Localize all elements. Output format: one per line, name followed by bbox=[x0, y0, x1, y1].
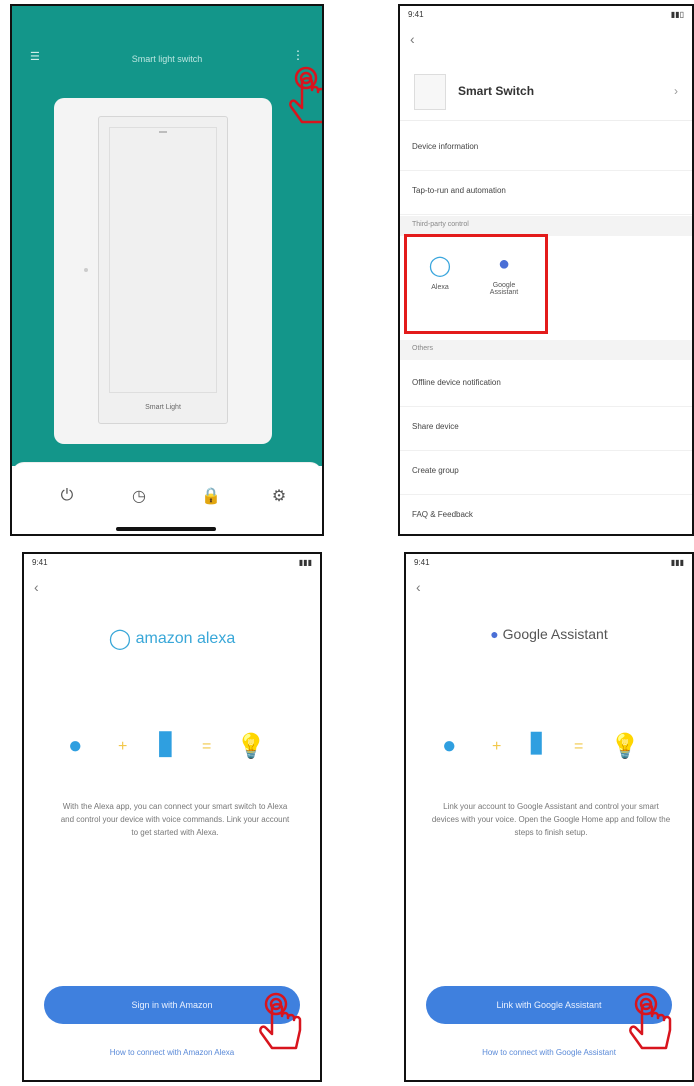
switch-paddle[interactable] bbox=[109, 127, 217, 393]
section-label: Others bbox=[412, 345, 434, 352]
section-header-third-party: Third-party control bbox=[400, 216, 692, 236]
description-text: Link your account to Google Assistant an… bbox=[431, 802, 671, 837]
alexa-service[interactable]: ◯ Alexa bbox=[415, 253, 465, 291]
row-label: Device information bbox=[412, 142, 479, 151]
menu-icon[interactable]: ☰ bbox=[30, 50, 40, 63]
equals-icon: = bbox=[574, 738, 584, 755]
row-label: FAQ & Feedback bbox=[412, 510, 473, 519]
connection-flow: ● + ▮ = 💡 bbox=[24, 720, 320, 780]
timer-icon: ◷ bbox=[132, 488, 146, 505]
google-home-icon: ● bbox=[442, 732, 457, 759]
echo-device-icon: ● bbox=[68, 732, 83, 759]
device-control-screen: ☰ Smart light switch ⋮ Smart Light ⏻ ◷ 🔒… bbox=[10, 4, 324, 536]
google-assistant-icon: ● bbox=[490, 626, 499, 642]
bulb-icon: 💡 bbox=[236, 733, 266, 760]
plus-icon: + bbox=[118, 738, 128, 755]
service-label: Google Assistant bbox=[489, 282, 519, 296]
plus-icon: + bbox=[492, 738, 502, 755]
device-title: Smart light switch bbox=[131, 54, 203, 64]
google-assistant-icon: ● bbox=[497, 253, 511, 275]
status-time: 9:41 bbox=[414, 557, 430, 567]
more-options-icon[interactable]: ⋮ bbox=[292, 48, 304, 62]
tap-hand-icon bbox=[259, 992, 302, 1050]
google-assistant-service[interactable]: ● Google Assistant bbox=[479, 253, 529, 296]
home-indicator bbox=[116, 527, 216, 531]
description-text: With the Alexa app, you can connect your… bbox=[60, 802, 290, 837]
device-name: Smart Switch bbox=[458, 84, 535, 98]
speaker-icon: ▮ bbox=[528, 725, 545, 758]
help-link[interactable]: How to connect with Amazon Alexa bbox=[44, 1048, 300, 1057]
status-bar: 9:41 ▮▮▯ bbox=[400, 6, 692, 22]
row-label: Create group bbox=[412, 466, 459, 475]
brand-name: amazon alexa bbox=[135, 630, 236, 647]
tab-lock[interactable]: 🔒 bbox=[196, 481, 226, 511]
row-label: Tap-to-run and automation bbox=[412, 186, 506, 195]
service-label: Alexa bbox=[431, 284, 449, 291]
tab-power[interactable]: ⏻ bbox=[52, 481, 82, 511]
alexa-icon: ◯ bbox=[428, 255, 452, 277]
bottom-tab-bar: ⏻ ◷ 🔒 ⚙ bbox=[12, 462, 322, 534]
tap-hand-icon bbox=[629, 992, 672, 1050]
highlight-box: ◯ Alexa ● Google Assistant bbox=[404, 234, 548, 334]
help-link[interactable]: How to connect with Google Assistant bbox=[426, 1048, 672, 1057]
tap-hand-icon bbox=[289, 66, 322, 124]
settings-icon: ⚙ bbox=[271, 488, 287, 505]
settings-row[interactable]: Device information bbox=[400, 126, 692, 171]
settings-row[interactable]: Create group bbox=[400, 450, 692, 495]
settings-row[interactable]: Share device bbox=[400, 406, 692, 451]
switch-plate[interactable]: Smart Light bbox=[98, 116, 228, 424]
section-label: Third-party control bbox=[412, 221, 469, 228]
google-assistant-link-screen: 9:41 ▮▮▮ ‹ ● Google Assistant ● + ▮ = 💡 … bbox=[404, 552, 694, 1082]
lock-icon: 🔒 bbox=[201, 488, 221, 505]
battery-icon: ▮▮▯ bbox=[670, 9, 684, 19]
battery-icon: ▮▮▮ bbox=[670, 557, 684, 567]
device-card: Smart Light bbox=[54, 98, 272, 444]
chevron-right-icon: › bbox=[674, 84, 678, 98]
alexa-link-screen: 9:41 ▮▮▮ ‹ ◯ amazon alexa ● + ▮ = 💡 With… bbox=[22, 552, 322, 1082]
device-header-row[interactable]: Smart Switch › bbox=[400, 64, 692, 121]
device-settings-screen: 9:41 ▮▮▯ ‹ Smart Switch › Device informa… bbox=[398, 4, 694, 536]
equals-icon: = bbox=[202, 738, 212, 755]
settings-row[interactable]: Tap-to-run and automation bbox=[400, 170, 692, 215]
back-icon[interactable]: ‹ bbox=[416, 580, 421, 594]
tab-settings[interactable]: ⚙ bbox=[264, 481, 294, 511]
bulb-icon: 💡 bbox=[610, 733, 640, 760]
switch-label: Smart Light bbox=[145, 404, 181, 411]
tab-timer[interactable]: ◷ bbox=[124, 481, 154, 511]
status-time: 9:41 bbox=[408, 9, 424, 19]
connection-flow: ● + ▮ = 💡 bbox=[406, 720, 692, 780]
alexa-icon: ◯ bbox=[108, 628, 132, 650]
phone-icon: ▮ bbox=[156, 723, 175, 761]
back-icon[interactable]: ‹ bbox=[34, 580, 39, 594]
device-thumbnail bbox=[414, 74, 446, 110]
section-header-others: Others bbox=[400, 340, 692, 360]
google-assistant-logo: ● Google Assistant bbox=[406, 626, 692, 642]
battery-icon: ▮▮▮ bbox=[298, 557, 312, 567]
settings-row[interactable]: Offline device notification bbox=[400, 362, 692, 407]
row-label: Offline device notification bbox=[412, 378, 501, 387]
status-bar: 9:41 ▮▮▮ bbox=[24, 554, 320, 570]
back-icon[interactable]: ‹ bbox=[410, 32, 415, 46]
alexa-logo: ◯ amazon alexa bbox=[24, 626, 320, 651]
side-indicator bbox=[84, 268, 88, 272]
status-bar: 9:41 ▮▮▮ bbox=[406, 554, 692, 570]
power-icon: ⏻ bbox=[60, 487, 74, 504]
status-time: 9:41 bbox=[32, 557, 48, 567]
settings-row[interactable]: FAQ & Feedback bbox=[400, 494, 692, 534]
brand-name: Google Assistant bbox=[502, 626, 608, 642]
row-label: Share device bbox=[412, 422, 459, 431]
